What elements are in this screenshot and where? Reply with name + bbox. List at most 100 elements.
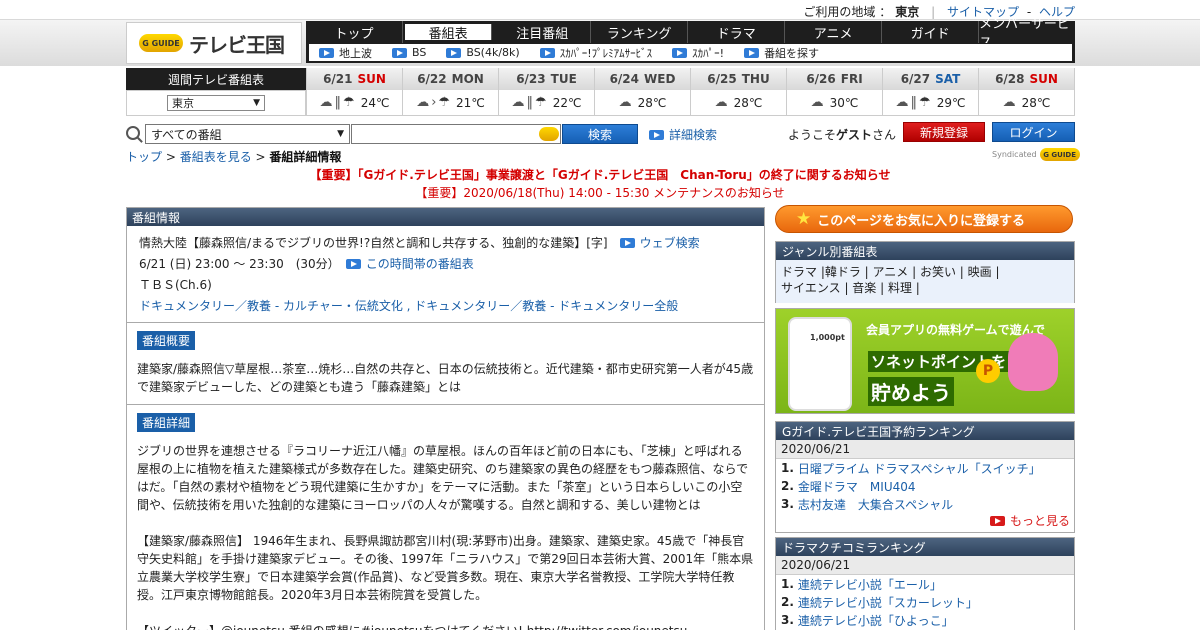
genre-header: ジャンル別番組表 — [776, 242, 1074, 260]
ranking-item-link[interactable]: 連続テレビ小説「ひよっこ」 — [798, 612, 954, 629]
nav-drama[interactable]: ドラマ — [688, 21, 786, 43]
region-label: ご利用の地域 ： — [803, 5, 892, 19]
advanced-search-link[interactable]: 詳細検索 — [649, 126, 717, 143]
login-button[interactable]: ログイン — [992, 122, 1075, 142]
day-column[interactable]: 6/22 MON ☁ › ☂ 21℃ — [402, 68, 498, 116]
more-label: もっと見る — [1009, 514, 1070, 528]
add-favorite-button[interactable]: ★ このページをお気に入りに登録する — [775, 205, 1073, 233]
subnav-skyperfect-premium[interactable]: ｽｶﾊﾟｰ!ﾌﾟﾚﾐｱﾑｻｰﾋﾞｽ — [539, 45, 653, 61]
cloudy-rain-icon: ☁ ‖ ☂ — [319, 95, 355, 110]
day-date: 6/25 — [707, 72, 737, 86]
site-logo[interactable]: G GUIDE テレビ王国 — [126, 22, 302, 64]
timeslot-schedule-link[interactable]: この時間帯の番組表 — [345, 255, 474, 272]
subnav-label: ｽｶﾊﾟｰ!ﾌﾟﾚﾐｱﾑｻｰﾋﾞｽ — [559, 46, 653, 60]
welcome-text: ようこそゲストさん — [788, 126, 896, 143]
web-search-link[interactable]: ウェブ検索 — [619, 234, 700, 251]
ranking-item[interactable]: 3. 連続テレビ小説「ひよっこ」 — [776, 611, 1074, 629]
arrow-icon — [446, 47, 462, 58]
breadcrumb: トップ > 番組表を見る > 番組詳細情報 — [126, 148, 341, 165]
day-column[interactable]: 6/23 TUE ☁ ‖ ☂ 22℃ — [498, 68, 594, 116]
weekly-title[interactable]: 週間テレビ番組表 — [126, 68, 306, 90]
day-weekday: SUN — [1029, 72, 1058, 86]
summary-label: 番組概要 — [137, 331, 196, 350]
chevron-down-icon: ▼ — [337, 129, 344, 139]
day-date: 6/27 — [900, 72, 931, 86]
day-date: 6/21 — [323, 72, 353, 86]
search-row: すべての番組 ▼ 検索 詳細検索 ようこそゲストさん 新規登録 ログイン — [126, 122, 1075, 146]
day-column[interactable]: 6/24 WED ☁ 28℃ — [594, 68, 690, 116]
area-select[interactable]: 東京 ▼ — [167, 95, 265, 111]
subnav-terrestrial[interactable]: 地上波 — [319, 45, 372, 61]
breadcrumb-sep: > — [251, 150, 270, 164]
subnav-find-program[interactable]: 番組を探す — [744, 45, 819, 61]
day-column[interactable]: 6/27 SAT ☁ ‖ ☂ 29℃ — [882, 68, 978, 116]
day-column[interactable]: 6/26 FRI ☁ 30℃ — [786, 68, 882, 116]
ad-line-3: 貯めよう — [868, 377, 954, 406]
welcome-name: ゲスト — [836, 128, 873, 142]
subnav-skyperfect[interactable]: ｽｶﾊﾟｰ! — [672, 45, 724, 61]
nav-guide[interactable]: ガイド — [882, 21, 980, 43]
program-detail-3: 【ツイッター】@jounetsu 番組の感想に#jounetsuをつけてください… — [137, 622, 754, 630]
search-input[interactable] — [351, 124, 561, 144]
drama-review-ranking-box: ドラマクチコミランキング 2020/06/21 1. 連続テレビ小説「エール」 2… — [775, 537, 1075, 630]
program-time: 6/21 (日) 23:00 ～ 23:30 (30分） — [139, 257, 340, 271]
program-genres[interactable]: ドキュメンタリー／教養 - カルチャー・伝統文化 , ドキュメンタリー／教養 -… — [139, 297, 678, 314]
day-column[interactable]: 6/21 SUN ☁ ‖ ☂ 24℃ — [306, 68, 402, 116]
ranking-item[interactable]: 1. 日曜プライム ドラマスペシャル「スイッチ」 — [776, 459, 1074, 477]
nav-schedule[interactable]: 番組表 — [404, 24, 493, 42]
day-temp: 30℃ — [829, 95, 859, 110]
subnav-bs[interactable]: BS — [392, 46, 426, 59]
app-game-ad-banner[interactable]: 1,000pt 会員アプリの無料ゲームで遊んで ソネットポイントを 貯めよう P — [775, 308, 1075, 414]
day-date: 6/23 — [516, 72, 546, 86]
cloud-icon: ☁ — [1002, 95, 1016, 110]
breadcrumb-current: 番組詳細情報 — [269, 150, 342, 164]
nav-featured[interactable]: 注目番組 — [494, 21, 592, 43]
day-date: 6/24 — [609, 72, 640, 86]
breadcrumb-top[interactable]: トップ — [126, 150, 162, 164]
ranking-item-link[interactable]: 志村友達 大集合スペシャル — [798, 496, 953, 513]
phone-points-label: 1,000pt — [810, 333, 845, 342]
day-column[interactable]: 6/25 THU ☁ 28℃ — [690, 68, 786, 116]
ranking-item-link[interactable]: 連続テレビ小説「エール」 — [798, 576, 942, 593]
ranking-item[interactable]: 3. 志村友達 大集合スペシャル — [776, 495, 1074, 513]
important-notice-2[interactable]: 【重要】2020/06/18(Thu) 14:00 - 15:30 メンテナンス… — [0, 184, 1200, 201]
ranking-item-link[interactable]: 金曜ドラマ MIU404 — [798, 478, 916, 495]
day-weekday: WED — [644, 72, 676, 86]
ranking-item-link[interactable]: 日曜プライム ドラマスペシャル「スイッチ」 — [798, 460, 1041, 477]
ad-line-1: 会員アプリの無料ゲームで遊んで — [866, 323, 1046, 337]
nav-anime[interactable]: アニメ — [785, 21, 883, 43]
subnav-label: 地上波 — [339, 46, 372, 60]
syndicated-badge: Syndicated G GUIDE — [992, 148, 1080, 161]
program-summary: 建築家/藤森照信▽草屋根…茶室…焼杉…自然の共存と、日本の伝統技術と。近代建築・… — [137, 362, 754, 394]
day-column[interactable]: 6/28 SUN ☁ 28℃ — [978, 68, 1075, 116]
ranking-date: 2020/06/21 — [776, 440, 1074, 459]
arrow-icon — [319, 47, 334, 58]
nav-top[interactable]: トップ — [306, 21, 403, 43]
category-select[interactable]: すべての番組 ▼ — [145, 124, 350, 144]
ranking-item[interactable]: 2. 連続テレビ小説「スカーレット」 — [776, 593, 1074, 611]
genre-links-2[interactable]: サイエンス | 音楽 | 料理 | — [781, 280, 1069, 296]
search-button[interactable]: 検索 — [562, 124, 638, 144]
program-info-header: 番組情報 — [127, 208, 764, 226]
reservation-ranking-box: Gガイド.テレビ王国予約ランキング 2020/06/21 1. 日曜プライム ドラ… — [775, 421, 1075, 533]
day-weekday: THU — [741, 72, 770, 86]
reservation-ranking-header: Gガイド.テレビ王国予約ランキング — [776, 422, 1074, 440]
ranking-item-link[interactable]: 連続テレビ小説「スカーレット」 — [798, 594, 978, 611]
nav-ranking[interactable]: ランキング — [591, 21, 689, 43]
genre-links-1[interactable]: ドラマ |韓ドラ | アニメ | お笑い | 映画 | — [781, 264, 1069, 280]
ranking-item[interactable]: 2. 金曜ドラマ MIU404 — [776, 477, 1074, 495]
day-weekday: FRI — [840, 72, 863, 86]
ranking-item[interactable]: 1. 連続テレビ小説「エール」 — [776, 575, 1074, 593]
gguide-logo-icon — [539, 127, 559, 141]
program-info-panel: 番組情報 情熱大陸【藤森照信/まるでジブリの世界!?自然と調和し共存する、独創的… — [126, 207, 765, 630]
more-link[interactable]: もっと見る — [989, 512, 1070, 529]
nav-member[interactable]: メンバーサービス — [979, 17, 1075, 51]
breadcrumb-schedule[interactable]: 番組表を見る — [180, 150, 252, 164]
day-temp: 24℃ — [360, 95, 390, 110]
subnav-bs4k[interactable]: BS(4k/8k) — [446, 46, 520, 59]
register-button[interactable]: 新規登録 — [903, 122, 985, 142]
subnav-label: ｽｶﾊﾟｰ! — [692, 46, 725, 60]
search-icon — [126, 126, 140, 140]
important-notice-1[interactable]: 【重要】「Gガイド.テレビ王国」事業譲渡と「Gガイド.テレビ王国 Chan-To… — [0, 166, 1200, 183]
drama-ranking-header: ドラマクチコミランキング — [776, 538, 1074, 556]
